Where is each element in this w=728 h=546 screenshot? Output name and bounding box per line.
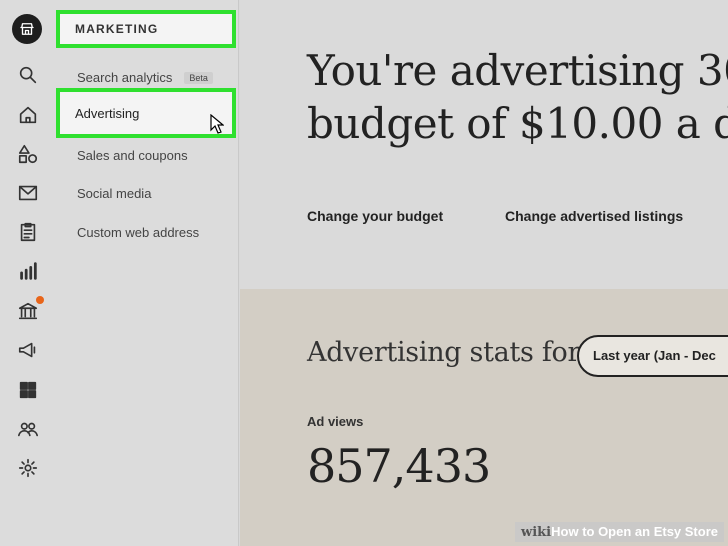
submenu-item-search-analytics[interactable]: Search analytics Beta [77,70,213,85]
marketing-submenu: MARKETING Search analytics Beta Advertisi… [56,0,239,546]
shapes-icon[interactable] [15,141,41,167]
stats-title: Advertising stats for [307,337,581,368]
mouse-cursor-icon [210,114,224,134]
submenu-item-label: Advertising [75,105,140,121]
beta-badge: Beta [184,72,213,84]
watermark-how: How [551,524,579,539]
people-icon[interactable] [15,416,41,442]
gear-icon[interactable] [15,455,41,481]
home-icon[interactable] [15,102,41,128]
notification-dot [36,296,44,304]
stats-panel: Advertising stats for Last year (Jan - D… [240,289,728,546]
shop-icon[interactable] [12,14,42,44]
stats-icon[interactable] [15,258,41,284]
submenu-heading: MARKETING [56,10,236,48]
headline-line-2: budget of $10.00 a da [307,99,728,148]
submenu-item-social-media[interactable]: Social media [77,186,151,201]
submenu-item-label: Search analytics [77,70,173,85]
watermark-text: to Open an Etsy Store [582,524,718,539]
clipboard-icon[interactable] [15,219,41,245]
submenu-item-custom-web-address[interactable]: Custom web address [77,225,199,240]
date-range-select[interactable]: Last year (Jan - Dec [577,335,728,377]
headline-line-1: You're advertising 30 [307,46,728,95]
megaphone-icon[interactable] [15,337,41,363]
ad-views-label: Ad views [307,414,364,429]
change-budget-link[interactable]: Change your budget [307,208,443,224]
submenu-item-advertising[interactable]: Advertising [56,88,236,138]
watermark-wiki: wiki [521,525,552,540]
icon-rail [0,0,58,546]
grid-icon[interactable] [15,377,41,403]
ad-views-value: 857,433 [307,439,491,493]
search-icon[interactable] [15,62,41,88]
main-content: You're advertising 30 budget of $10.00 a… [240,0,728,546]
change-listings-link[interactable]: Change advertised listings [505,208,683,224]
mail-icon[interactable] [15,180,41,206]
submenu-item-sales-coupons[interactable]: Sales and coupons [77,148,188,163]
page-headline: You're advertising 30 budget of $10.00 a… [307,44,728,150]
watermark: wikiHow to Open an Etsy Store [515,522,724,542]
